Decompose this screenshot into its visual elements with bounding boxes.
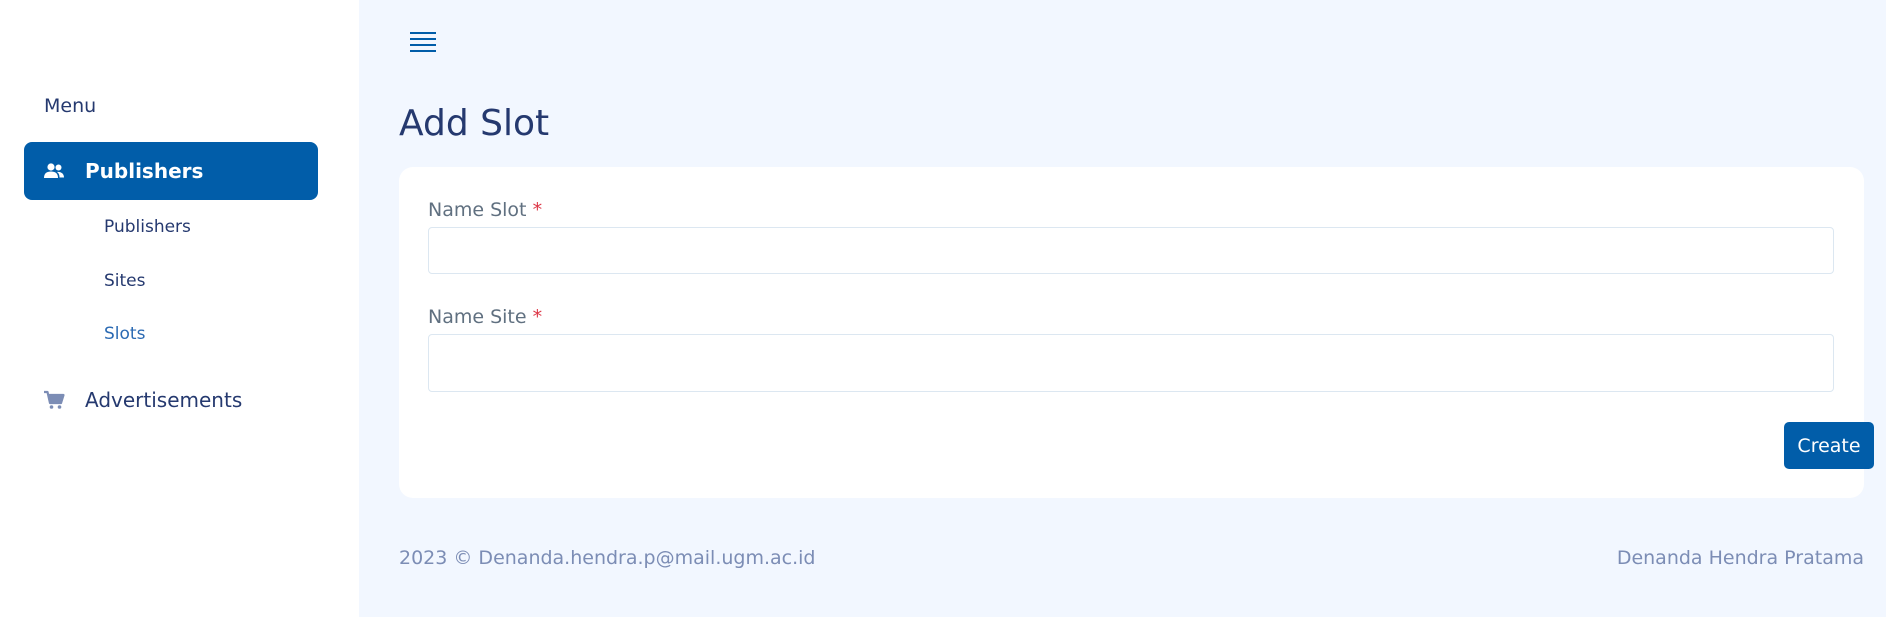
- name-site-input[interactable]: [428, 334, 1834, 392]
- name-site-label-text: Name Site: [428, 306, 527, 328]
- footer-author: Denanda Hendra Pratama: [1616, 547, 1864, 569]
- submenu-item-publishers[interactable]: Publishers: [104, 217, 191, 237]
- create-button[interactable]: Create: [1784, 422, 1874, 469]
- users-icon: [43, 160, 65, 182]
- required-mark: *: [532, 199, 543, 221]
- sidebar-item-label: Advertisements: [85, 388, 243, 412]
- submenu-item-sites[interactable]: Sites: [104, 271, 146, 291]
- required-mark: *: [532, 306, 543, 328]
- form-card: Name Slot * Name Site * Create: [399, 167, 1874, 498]
- name-site-label: Name Site *: [428, 306, 542, 328]
- sidebar-item-label: Publishers: [85, 159, 204, 183]
- page-title: Add Slot: [399, 103, 550, 144]
- sidebar-menu-title: Menu: [44, 95, 97, 117]
- cart-icon: [43, 389, 65, 411]
- name-slot-label: Name Slot *: [428, 199, 542, 221]
- sidebar-item-advertisements[interactable]: Advertisements: [24, 371, 318, 429]
- sidebar-item-publishers[interactable]: Publishers: [24, 142, 318, 200]
- name-slot-input[interactable]: [428, 227, 1834, 274]
- sidebar: Menu Publishers Publishers Sites Slots A…: [0, 0, 359, 617]
- submenu-item-slots[interactable]: Slots: [104, 324, 145, 344]
- name-slot-label-text: Name Slot: [428, 199, 527, 221]
- main-content: Add Slot Name Slot * Name Site * Create …: [359, 0, 1886, 617]
- hamburger-icon[interactable]: [409, 30, 437, 54]
- footer-copyright: 2023 © Denanda.hendra.p@mail.ugm.ac.id: [399, 547, 816, 569]
